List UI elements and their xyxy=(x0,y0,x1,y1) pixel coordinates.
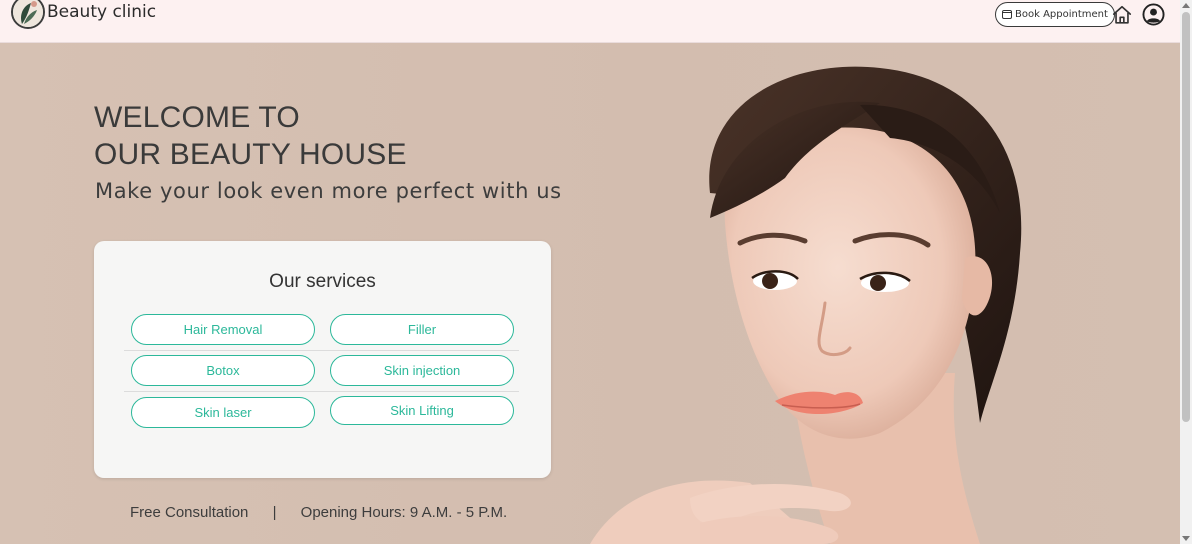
welcome-heading: WELCOME TO OUR BEAUTY HOUSE xyxy=(94,99,407,173)
hero-section: WELCOME TO OUR BEAUTY HOUSE Make your lo… xyxy=(0,43,1180,544)
free-consultation-text: Free Consultation xyxy=(130,504,249,521)
service-skin-lifting-button[interactable]: Skin Lifting xyxy=(330,396,514,425)
scroll-thumb[interactable] xyxy=(1182,12,1190,422)
service-skin-injection-button[interactable]: Skin injection xyxy=(330,355,514,386)
user-icon[interactable] xyxy=(1142,3,1165,26)
service-botox-button[interactable]: Botox xyxy=(131,355,315,386)
brand-name[interactable]: Beauty clinic xyxy=(47,2,156,22)
book-appointment-label: Book Appointment xyxy=(1015,9,1108,20)
top-navbar: Beauty clinic Book Appointment xyxy=(0,0,1180,43)
info-separator: | xyxy=(272,504,277,521)
calendar-icon xyxy=(1002,10,1012,19)
services-card: Our services Hair Removal Filler Botox S… xyxy=(94,241,551,478)
service-hair-removal-button[interactable]: Hair Removal xyxy=(131,314,315,345)
scroll-down-arrow-icon[interactable] xyxy=(1182,536,1190,541)
scroll-up-arrow-icon[interactable] xyxy=(1182,3,1190,8)
service-skin-laser-button[interactable]: Skin laser xyxy=(131,397,315,428)
services-title: Our services xyxy=(269,271,376,292)
welcome-line-2: OUR BEAUTY HOUSE xyxy=(94,138,407,171)
services-divider xyxy=(124,391,519,392)
leaf-logo-icon[interactable] xyxy=(11,0,45,29)
page-scrollbar[interactable] xyxy=(1180,0,1192,544)
book-appointment-button[interactable]: Book Appointment xyxy=(995,2,1115,27)
service-filler-button[interactable]: Filler xyxy=(330,314,514,345)
info-bar: Free Consultation | Opening Hours: 9 A.M… xyxy=(130,504,507,521)
home-icon[interactable] xyxy=(1111,4,1133,26)
tagline: Make your look even more perfect with us xyxy=(95,179,562,203)
opening-hours-text: Opening Hours: 9 A.M. - 5 P.M. xyxy=(300,504,508,521)
model-portrait-image xyxy=(590,66,1022,544)
services-divider xyxy=(124,350,519,351)
welcome-line-1: WELCOME TO xyxy=(94,101,300,134)
